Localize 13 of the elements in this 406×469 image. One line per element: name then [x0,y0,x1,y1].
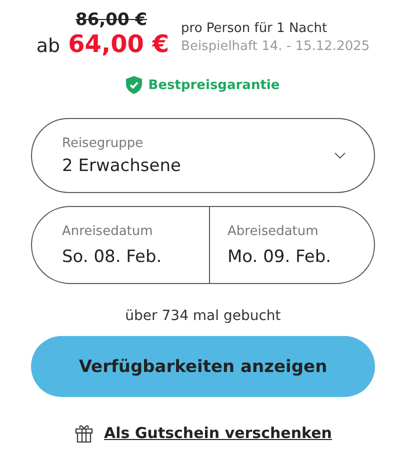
travel-group-select[interactable]: Reisegruppe 2 Erwachsene [31,118,375,193]
example-dates: Beispielhaft 14. - 15.12.2025 [181,39,370,54]
price-unit: pro Person für 1 Nacht [181,21,328,36]
booking-count: über 734 mal gebucht [125,308,281,324]
price-prefix: ab [36,35,60,57]
gift-voucher-link[interactable]: Als Gutschein verschenken [104,424,332,442]
guarantee-label: Bestpreisgarantie [148,78,280,92]
current-price: 64,00 € [68,30,170,58]
chevron-down-icon [334,152,346,159]
shield-check-icon [126,76,142,94]
gift-icon [74,423,94,443]
availability-button[interactable]: Verfügbarkeiten anzeigen [31,336,375,397]
old-price: 86,00 € [76,10,148,30]
